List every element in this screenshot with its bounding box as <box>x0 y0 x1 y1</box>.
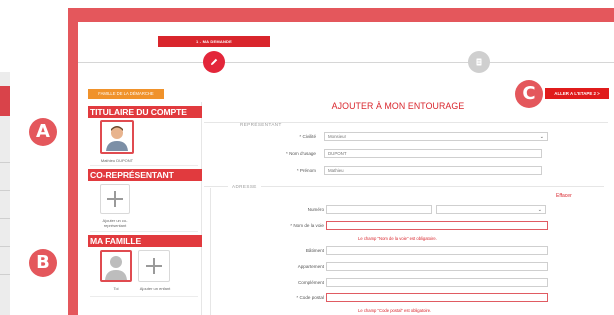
civilite-select[interactable]: Monsieur ⌄ <box>324 132 548 141</box>
background-window-strip <box>0 72 10 315</box>
nom-voie-error: Le champ "Nom de la voie" est obligatoir… <box>358 236 437 241</box>
chevron-down-icon: ⌄ <box>539 134 544 140</box>
callout-c: C <box>515 80 543 108</box>
representant-section-label: REPRÉSENTANT <box>240 122 282 127</box>
form-title: AJOUTER À MON ENTOURAGE <box>331 101 465 111</box>
civilite-label: * Civilité <box>299 134 316 139</box>
numero-suffix-select[interactable]: ⌄ <box>436 205 546 214</box>
code-postal-error: Le champ "Code postal" est obligatoire. <box>358 308 432 313</box>
callout-b: B <box>29 249 57 277</box>
step-1-label[interactable]: 1 - MA DEMANDE <box>158 36 270 47</box>
corep-heading: CO-REPRÉSENTANT <box>88 169 202 181</box>
next-step-button[interactable]: ALLER A L'ETAPE 2 > <box>545 88 609 99</box>
batiment-input[interactable] <box>326 246 548 255</box>
complement-label: Complément <box>297 280 324 285</box>
appartement-label: Appartement <box>297 264 324 269</box>
titulaire-avatar[interactable] <box>100 120 134 154</box>
batiment-label: Bâtiment <box>305 248 324 253</box>
add-corep-button[interactable] <box>100 184 130 214</box>
complement-input[interactable] <box>326 278 548 287</box>
prenom-input[interactable]: Mathieu <box>324 166 542 175</box>
screenshot-stage: 1 - MA DEMANDE FAMILLE DE LA DÉMARCHE AL… <box>0 0 614 315</box>
pencil-icon <box>211 58 218 65</box>
famille-demarche-button[interactable]: FAMILLE DE LA DÉMARCHE <box>88 89 164 99</box>
plus-icon <box>107 191 123 207</box>
stepper-track <box>78 62 614 63</box>
titulaire-name: Mathieu DUPONT <box>100 158 134 163</box>
add-child-button[interactable] <box>138 250 170 282</box>
adresse-section-label: ADRESSE <box>228 184 261 189</box>
titulaire-heading: TITULAIRE DU COMPTE <box>88 106 202 118</box>
corep-caption: Ajouter un co-représentant <box>102 218 128 228</box>
document-icon <box>476 58 482 66</box>
chevron-down-icon: ⌄ <box>537 207 542 213</box>
numero-input[interactable] <box>326 205 432 214</box>
callout-a: A <box>29 118 57 146</box>
nom-usage-label: * Nom d'usage <box>286 151 316 156</box>
code-postal-input[interactable] <box>326 293 548 302</box>
app-window: 1 - MA DEMANDE FAMILLE DE LA DÉMARCHE AL… <box>78 22 614 315</box>
person-silhouette-icon <box>105 256 127 280</box>
step-1-circle[interactable] <box>203 51 225 73</box>
effacer-link[interactable]: Effacer <box>556 193 572 199</box>
nom-usage-input[interactable]: DUPONT <box>324 149 542 158</box>
family-self-caption: Toi <box>113 286 119 291</box>
code-postal-label: * Code postal <box>296 295 324 300</box>
plus-icon <box>146 258 162 274</box>
nom-voie-input[interactable] <box>326 221 548 230</box>
prenom-label: * Prénom <box>296 168 316 173</box>
family-self-avatar[interactable] <box>100 250 132 282</box>
person-photo-icon <box>106 126 128 151</box>
famille-heading: MA FAMILLE <box>88 235 202 247</box>
step-2-circle[interactable] <box>468 51 490 73</box>
add-child-caption: Ajouter un enfant <box>139 286 171 291</box>
appartement-input[interactable] <box>326 262 548 271</box>
nom-voie-label: * Nom de la voie <box>290 223 324 228</box>
numero-label: Numéro <box>307 207 324 212</box>
entourage-sidebar: TITULAIRE DU COMPTE Mathieu DUPONT CO-RE… <box>88 102 202 315</box>
